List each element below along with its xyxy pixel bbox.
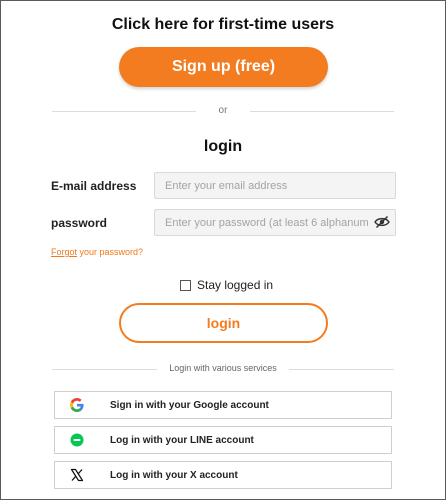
stay-logged-in-label[interactable]: Stay logged in	[197, 278, 273, 292]
signup-button[interactable]: Sign up (free)	[119, 47, 328, 87]
x-login-button[interactable]: Log in with your X account	[54, 461, 392, 489]
google-login-label: Sign in with your Google account	[110, 399, 269, 411]
password-label: password	[51, 216, 108, 230]
divider-services-right	[289, 369, 394, 370]
line-login-button[interactable]: Log in with your LINE account	[54, 426, 392, 454]
stay-logged-in-row[interactable]: Stay logged in	[180, 278, 273, 292]
line-icon	[70, 433, 84, 447]
stay-logged-in-checkbox[interactable]	[180, 279, 191, 291]
line-login-label: Log in with your LINE account	[110, 434, 254, 446]
x-login-label: Log in with your X account	[110, 469, 238, 481]
email-label: E-mail address	[51, 179, 137, 193]
email-input[interactable]	[154, 172, 396, 199]
first-time-users-heading: Click here for first-time users	[111, 16, 335, 33]
login-title: login	[203, 138, 243, 155]
forgot-link[interactable]: Forgot	[51, 247, 77, 257]
login-button[interactable]: login	[119, 303, 328, 343]
google-login-button[interactable]: Sign in with your Google account	[54, 391, 392, 419]
password-input[interactable]	[154, 209, 396, 236]
services-heading: Login with various services	[169, 363, 277, 373]
forgot-rest-text: your password?	[77, 247, 144, 257]
divider-right	[250, 111, 394, 112]
google-icon	[70, 398, 84, 412]
x-icon	[70, 468, 84, 482]
forgot-password[interactable]: Forgot your password?	[51, 247, 143, 257]
eye-slash-icon[interactable]	[374, 215, 390, 229]
